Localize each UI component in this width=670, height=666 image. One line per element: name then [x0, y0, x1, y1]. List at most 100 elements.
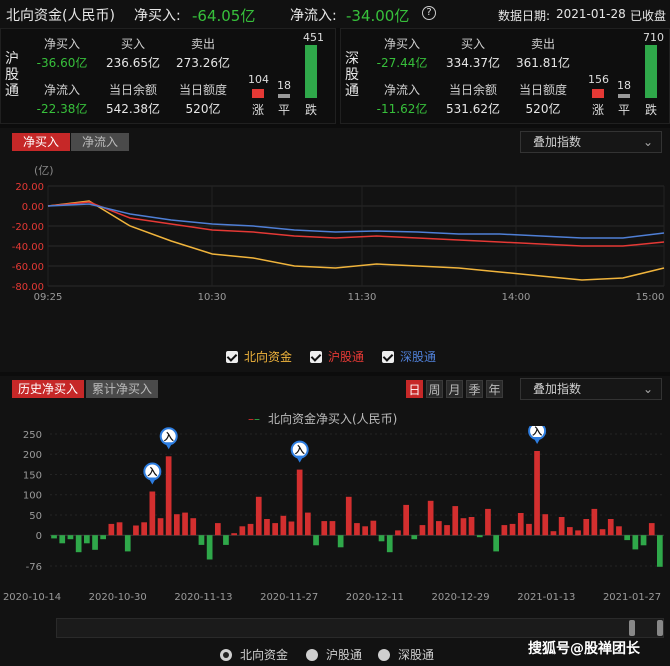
x-tick-label: 2020-11-27 — [260, 592, 318, 603]
bar — [493, 535, 499, 552]
sh-sell: 卖出 273.26亿 — [176, 37, 230, 70]
sz-net-inflow: 净流入 -11.62亿 — [376, 83, 428, 116]
y-tick-label: 50 — [29, 511, 42, 522]
watermark: 搜狐号@股禅团长 — [528, 641, 640, 657]
history-overlay-dropdown[interactable]: 叠加指数 ⌄ — [520, 378, 662, 400]
y-tick-label: -60.00 — [12, 262, 44, 273]
bar — [182, 512, 188, 536]
checkbox-icon — [310, 351, 322, 363]
bar — [354, 523, 360, 536]
bar — [116, 522, 123, 536]
buy-in-marker-pointer — [148, 477, 157, 485]
bar — [264, 519, 270, 536]
bar — [591, 508, 598, 536]
bar — [321, 521, 328, 536]
sh-up-bar — [252, 89, 264, 98]
bar — [558, 517, 565, 536]
net-inflow-value: -34.00亿 — [346, 7, 410, 25]
period-week[interactable]: 周 — [426, 380, 443, 398]
summary-header: 北向资金(人民币) 净买入: -64.05亿 净流入: -34.00亿 ? 数据… — [0, 0, 670, 28]
checkbox-icon — [226, 351, 238, 363]
radio-sz[interactable]: 深股通 — [378, 646, 434, 663]
tab-history-net-buy[interactable]: 历史净买入 — [12, 380, 84, 398]
radio-sh[interactable]: 沪股通 — [306, 646, 362, 663]
bar — [386, 535, 393, 553]
bar — [411, 535, 418, 540]
sz-up-count: 156 — [588, 73, 609, 86]
y-tick-label: -76 — [26, 562, 42, 573]
period-year[interactable]: 年 — [486, 380, 503, 398]
x-tick-label: 09:25 — [34, 292, 63, 303]
radio-icon — [306, 649, 318, 661]
bar — [59, 535, 66, 544]
sz-connect-panel: 深股通 净买入 -27.44亿 买入 334.37亿 卖出 361.81亿 净流入 -1… — [340, 28, 670, 124]
bar — [280, 515, 287, 536]
period-quarter[interactable]: 季 — [466, 380, 483, 398]
sh-connect-title: 沪股通 — [5, 51, 19, 99]
sz-breadth-chart: 156 涨 18 平 710 跌 — [585, 31, 669, 123]
sz-sell: 卖出 361.81亿 — [516, 37, 570, 70]
bar — [141, 522, 147, 536]
intraday-section: 净买入 净流入 叠加指数 ⌄ (亿) 20.00 0.00 -20.00 -40.00-… — [0, 128, 670, 372]
radio-north[interactable]: 北向资金 — [220, 646, 288, 663]
intraday-overlay-dropdown[interactable]: 叠加指数 ⌄ — [520, 131, 662, 153]
buy-in-marker-pointer — [164, 442, 173, 450]
bar — [288, 521, 295, 536]
header-title: 北向资金(人民币) — [6, 8, 115, 24]
bar — [305, 512, 311, 536]
period-day[interactable]: 日 — [406, 380, 423, 398]
x-tick-label: 2020-11-13 — [174, 592, 232, 603]
bar — [607, 519, 614, 536]
bar — [624, 535, 630, 541]
range-scrollbar[interactable] — [56, 618, 664, 638]
bar — [616, 526, 622, 536]
legend-sh[interactable]: 沪股通 — [310, 350, 364, 364]
range-handle-right[interactable] — [657, 620, 663, 636]
data-date-label: 数据日期: — [498, 9, 551, 23]
bar — [174, 514, 180, 536]
legend-north[interactable]: 北向资金 — [226, 350, 292, 364]
x-tick-label: 2020-10-30 — [89, 592, 147, 603]
bar — [468, 517, 475, 536]
bar — [370, 520, 377, 536]
sh-breadth-chart: 104 涨 18 平 451 跌 — [245, 31, 335, 123]
tab-cumulative-net-buy[interactable]: 累计净买入 — [86, 380, 158, 398]
bar — [206, 535, 213, 560]
bar — [526, 523, 532, 536]
y-tick-label: 0.00 — [22, 202, 44, 213]
data-date-value: 2021-01-28 — [556, 7, 626, 21]
y-tick-label: 100 — [23, 491, 42, 502]
sz-connect-title: 深股通 — [345, 51, 359, 99]
x-tick-label: 15:00 — [636, 292, 665, 303]
bar — [501, 525, 508, 536]
series-sh-line — [47, 201, 665, 247]
bar — [296, 469, 303, 536]
range-handle-left[interactable] — [629, 620, 635, 636]
intraday-line-chart: 20.000.00-20.00-40.00-60.00-80.0009:25 10… — [12, 182, 665, 303]
sh-quota: 当日额度 520亿 — [178, 83, 227, 116]
net-buy-label: 净买入: — [134, 8, 181, 24]
bar — [534, 451, 540, 536]
legend-sz[interactable]: 深股通 — [382, 350, 436, 364]
sz-flat-count: 18 — [617, 79, 631, 92]
sh-down-count: 451 — [303, 31, 324, 44]
x-tick-label: 2020-12-29 — [432, 592, 490, 603]
bar — [476, 535, 483, 538]
help-icon[interactable]: ? — [422, 6, 436, 20]
x-tick-label: 2021-01-13 — [517, 592, 575, 603]
tab-net-inflow[interactable]: 净流入 — [71, 133, 129, 151]
bar — [84, 535, 90, 544]
bar — [100, 535, 106, 540]
bar — [419, 525, 426, 536]
tab-net-buy[interactable]: 净买入 — [12, 133, 70, 151]
sz-flat-bar — [618, 94, 630, 98]
sh-net-inflow: 净流入 -22.38亿 — [36, 83, 88, 116]
x-tick-label: 2020-10-14 — [3, 592, 61, 603]
sz-up-bar — [592, 89, 604, 98]
bar — [231, 533, 237, 536]
bar — [67, 535, 74, 540]
period-month[interactable]: 月 — [446, 380, 463, 398]
buy-in-marker-label: 入 — [295, 445, 305, 457]
buy-in-marker-label: 入 — [532, 426, 542, 438]
y-tick-label: 0 — [36, 531, 42, 542]
